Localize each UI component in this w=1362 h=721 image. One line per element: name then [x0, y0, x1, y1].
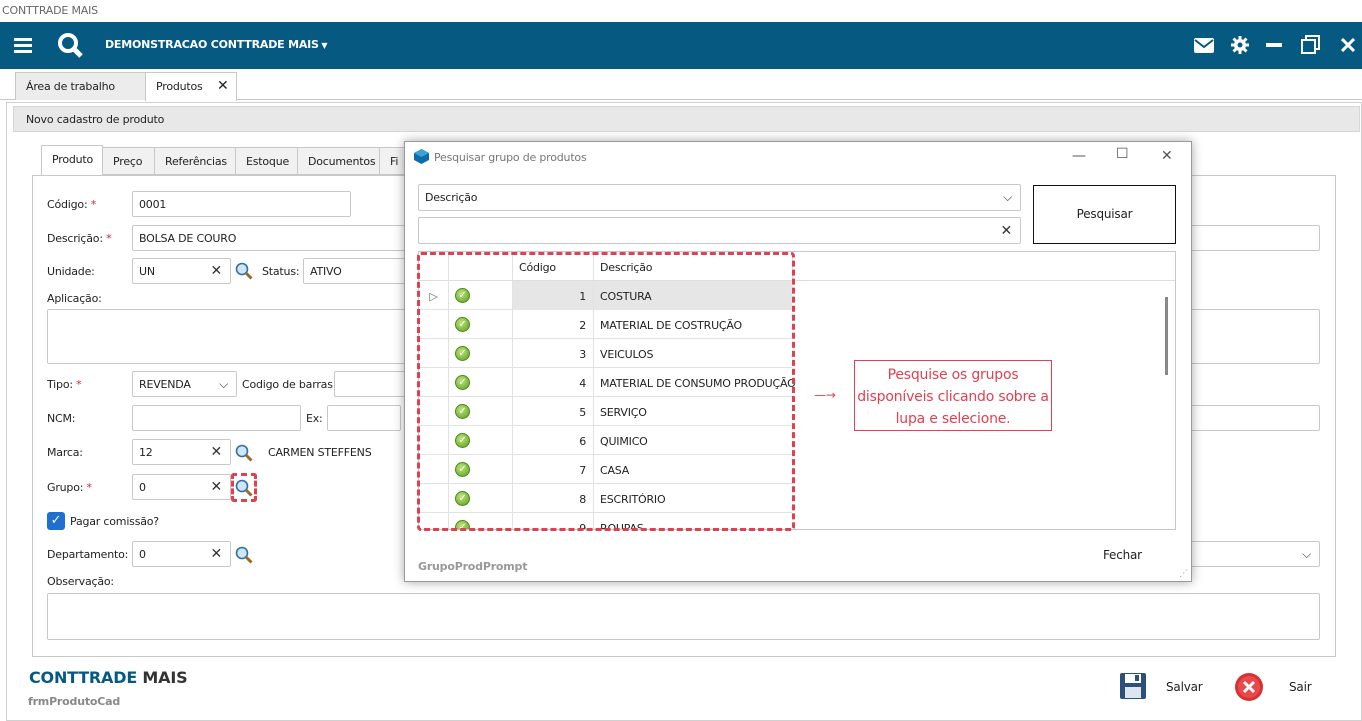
unidade-value: UN — [139, 265, 155, 278]
caret-down-icon: ▼ — [318, 41, 328, 50]
menu-icon[interactable] — [14, 37, 32, 53]
tab-produtos[interactable]: Produtos ✕ — [145, 72, 237, 101]
tab-documentos[interactable]: Documentos — [297, 147, 380, 175]
chevron-down-icon: ⌵ — [219, 377, 228, 391]
lookup-marca-icon[interactable] — [235, 444, 253, 462]
filter-field-select[interactable]: Descrição ⌵ — [418, 184, 1021, 211]
highlight-grid — [417, 252, 795, 531]
company-name: DEMONSTRACAO CONTTRADE MAIS — [105, 38, 319, 51]
tab-label: Produtos — [156, 80, 203, 93]
exit-button[interactable]: Sair — [1289, 680, 1312, 694]
filter-field-value: Descrição — [425, 191, 478, 204]
unidade-label: Unidade: — [47, 265, 95, 278]
marca-nome: CARMEN STEFFENS — [268, 446, 372, 459]
tipo-value: REVENDA — [139, 378, 191, 391]
top-bar: DEMONSTRACAO CONTTRADE MAIS ▼ — [0, 22, 1362, 69]
status-label: Status: — [262, 265, 300, 278]
tipo-label: Tipo: * — [47, 378, 82, 391]
ncm-label: NCM: — [47, 412, 76, 425]
chevron-down-icon: ⌵ — [1003, 190, 1012, 204]
tab-produto[interactable]: Produto — [41, 145, 103, 176]
close-button[interactable]: Fechar — [1103, 548, 1142, 562]
tab-close-icon[interactable]: ✕ — [217, 78, 229, 94]
codigo-label: Código: * — [47, 198, 97, 211]
ex-label: Ex: — [306, 412, 323, 425]
app-icon — [414, 149, 429, 164]
comissao-label: Pagar comissão? — [70, 515, 159, 528]
departamento-value: 0 — [139, 548, 146, 561]
clear-icon[interactable]: ✕ — [210, 479, 222, 495]
grupo-value: 0 — [139, 481, 146, 494]
highlight-lupa — [231, 473, 257, 502]
tab-referencias[interactable]: Referências — [154, 147, 236, 175]
codbarras-input[interactable] — [334, 371, 408, 397]
extra-input[interactable] — [1180, 405, 1320, 431]
extra-select[interactable]: ⌵ — [1180, 541, 1320, 567]
annotation-callout: Pesquise os grupos disponíveis clicando … — [854, 360, 1052, 431]
departamento-input[interactable]: 0 ✕ — [132, 541, 231, 567]
dialog-title: Pesquisar grupo de produtos — [434, 151, 587, 164]
grupo-input[interactable]: 0 ✕ — [132, 474, 231, 500]
close-icon[interactable] — [1341, 38, 1355, 52]
observacao-textarea[interactable] — [47, 593, 1320, 640]
marca-value: 12 — [139, 446, 153, 459]
save-icon[interactable] — [1119, 672, 1147, 700]
descricao-label: Descrição: * — [47, 232, 112, 245]
aplicacao-label: Aplicação: — [47, 292, 102, 305]
clear-icon[interactable]: ✕ — [210, 444, 222, 460]
ncm-input[interactable] — [132, 405, 301, 431]
dialog-close-icon[interactable]: ✕ — [1161, 148, 1173, 164]
brand-logo: CONTTRADE MAIS — [29, 668, 188, 687]
tab-preco[interactable]: Preço — [102, 147, 155, 175]
dialog-minimize-icon[interactable]: — — [1072, 148, 1086, 164]
save-button[interactable]: Salvar — [1166, 680, 1203, 694]
clear-icon[interactable]: ✕ — [210, 263, 222, 279]
tipo-select[interactable]: REVENDA ⌵ — [132, 371, 237, 397]
marca-input[interactable]: 12 ✕ — [132, 439, 231, 465]
company-selector[interactable]: DEMONSTRACAO CONTTRADE MAIS ▼ — [105, 38, 327, 51]
minimize-icon[interactable] — [1266, 43, 1282, 47]
status-select[interactable]: ATIVO — [303, 258, 408, 284]
document-tabs: Área de trabalho Produtos ✕ — [0, 69, 1362, 101]
grupo-label: Grupo: * — [47, 481, 92, 494]
search-button[interactable]: Pesquisar — [1033, 185, 1176, 244]
lookup-unidade-icon[interactable] — [235, 262, 253, 280]
search-input[interactable]: ✕ — [418, 217, 1021, 244]
departamento-label: Departamento: — [47, 548, 129, 561]
observacao-label: Observação: — [47, 575, 114, 588]
codigo-input[interactable]: 0001 — [132, 191, 351, 217]
clear-icon[interactable]: ✕ — [1000, 223, 1012, 239]
tab-label: Área de trabalho — [26, 80, 115, 93]
tab-area-de-trabalho[interactable]: Área de trabalho — [15, 72, 146, 100]
scrollbar[interactable] — [1165, 297, 1168, 375]
marca-label: Marca: — [47, 446, 83, 459]
window-title: CONTTRADE MAIS — [0, 0, 1362, 22]
codbarras-label: Codigo de barras: — [242, 378, 337, 391]
search-icon[interactable] — [57, 32, 83, 58]
dialog-maximize-icon[interactable]: ☐ — [1116, 146, 1129, 162]
dialog-component-name: GrupoProdPrompt — [418, 560, 528, 573]
clear-icon[interactable]: ✕ — [210, 546, 222, 562]
restore-icon[interactable] — [1301, 35, 1321, 55]
chevron-down-icon: ⌵ — [1302, 547, 1311, 561]
arrow-icon: —→ — [814, 388, 836, 402]
gear-icon[interactable] — [1231, 36, 1249, 54]
unidade-input[interactable]: UN ✕ — [132, 258, 231, 284]
form-name: frmProdutoCad — [28, 695, 121, 708]
panel-title: Novo cadastro de produto — [13, 106, 1360, 132]
resize-grip-icon[interactable]: ⋰ — [1179, 569, 1188, 579]
comissao-checkbox[interactable]: ✓ — [47, 512, 65, 530]
lookup-departamento-icon[interactable] — [235, 546, 253, 564]
mail-icon[interactable] — [1194, 38, 1214, 53]
ex-input[interactable] — [327, 405, 401, 431]
exit-icon[interactable] — [1234, 672, 1264, 702]
tab-estoque[interactable]: Estoque — [235, 147, 298, 175]
